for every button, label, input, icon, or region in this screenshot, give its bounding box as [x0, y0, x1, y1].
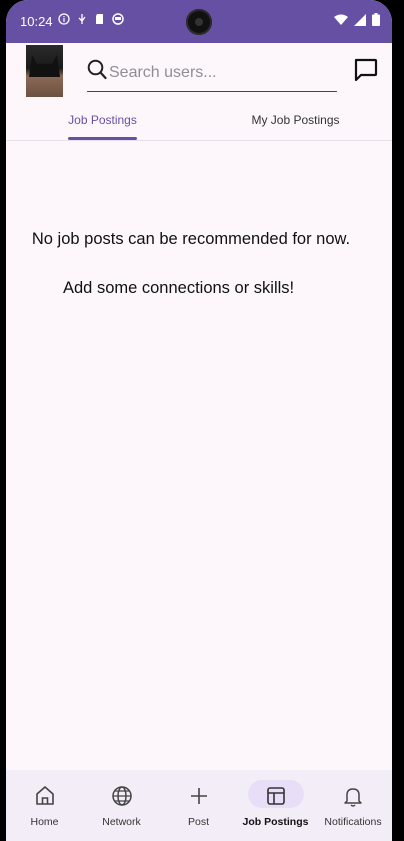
cell-signal-icon	[354, 13, 366, 29]
usb-icon	[76, 13, 88, 25]
tab-my-job-postings[interactable]: My Job Postings	[199, 101, 392, 140]
front-camera	[186, 9, 212, 35]
nav-label: Job Postings	[242, 816, 309, 828]
search-bar[interactable]	[87, 55, 337, 92]
search-input[interactable]	[107, 61, 336, 85]
tab-label: Job Postings	[68, 113, 137, 127]
empty-state-message: No job posts can be recommended for now.	[31, 230, 351, 248]
tab-label: My Job Postings	[251, 113, 340, 127]
wifi-icon	[334, 14, 348, 29]
status-bar: 10:24	[6, 0, 392, 43]
search-icon	[87, 59, 107, 86]
job-postings-content: No job posts can be recommended for now.…	[6, 140, 392, 770]
status-system-icons	[334, 13, 380, 29]
status-time: 10:24	[20, 14, 53, 29]
nav-label: Post	[187, 816, 209, 828]
nav-item-job-postings[interactable]: Job Postings	[237, 770, 314, 841]
status-notification-icons	[58, 13, 124, 25]
dashboard-icon	[263, 783, 289, 809]
plus-icon	[186, 783, 212, 809]
nav-item-notifications[interactable]: Notifications	[314, 770, 392, 841]
home-icon	[32, 783, 58, 809]
app-screen: 10:24 Search users... Job Postings My Jo…	[6, 0, 392, 841]
nav-label: Notifications	[324, 816, 382, 828]
avatar-mask-graphic	[29, 55, 60, 77]
nav-label: Network	[102, 816, 141, 828]
avatar[interactable]	[26, 45, 63, 97]
bell-icon	[340, 783, 366, 809]
sync-icon	[112, 13, 124, 25]
nav-item-post[interactable]: Post	[160, 770, 237, 841]
tab-job-postings[interactable]: Job Postings	[6, 101, 199, 140]
sd-card-icon	[94, 13, 106, 25]
nav-label: Home	[30, 816, 59, 828]
globe-icon	[109, 783, 135, 809]
empty-state-hint: Add some connections or skills!	[63, 279, 295, 297]
nav-item-network[interactable]: Network	[83, 770, 160, 841]
battery-icon	[372, 13, 380, 29]
chat-icon[interactable]	[353, 57, 379, 88]
top-app-bar	[6, 43, 392, 101]
info-icon	[58, 13, 70, 25]
bottom-navigation: Home Network Post Job Postings Notificat…	[6, 770, 392, 841]
job-tabs: Job Postings My Job Postings	[6, 101, 392, 141]
nav-item-home[interactable]: Home	[6, 770, 83, 841]
